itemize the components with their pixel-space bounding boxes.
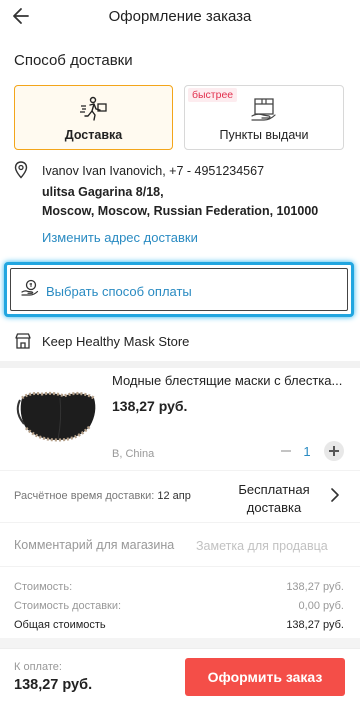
delivery-option-courier[interactable]: Доставка xyxy=(14,85,173,150)
estimated-delivery-label: Расчётное время доставки: xyxy=(14,490,155,502)
location-pin-icon xyxy=(14,161,28,179)
coin-hand-icon xyxy=(21,279,39,296)
courier-icon xyxy=(79,96,107,121)
amount-due-value: 138,27 руб. xyxy=(14,677,93,693)
quantity-increase-button[interactable] xyxy=(324,441,344,461)
section-divider xyxy=(0,638,360,648)
address-street: ulitsa Gagarina 8/18, xyxy=(42,185,164,199)
product-price: 138,27 руб. xyxy=(112,398,188,414)
choose-payment-button[interactable]: Выбрать способ оплаты xyxy=(10,268,348,311)
shipping-cost-line1: Бесплатная xyxy=(238,482,310,497)
delivery-cost-value: 0,00 руб. xyxy=(298,600,344,612)
total-value: 138,27 руб. xyxy=(286,619,344,631)
product-image[interactable] xyxy=(14,378,100,448)
total-label: Общая стоимость xyxy=(14,619,106,631)
change-address-link[interactable]: Изменить адрес доставки xyxy=(42,230,198,245)
product-title[interactable]: Модные блестящие маски с блестка... xyxy=(112,373,344,388)
product-variant: B, China xyxy=(112,448,155,460)
payment-method-highlight: Выбрать способ оплаты xyxy=(4,262,354,317)
delivery-option-label: Доставка xyxy=(64,128,123,142)
pickup-option-label: Пункты выдачи xyxy=(219,128,309,142)
delivery-option-pickup[interactable]: быстрее Пункты выдачи xyxy=(184,85,344,150)
estimated-delivery: Расчётное время доставки: 12 апр xyxy=(14,490,191,502)
section-divider xyxy=(0,361,360,368)
row-divider xyxy=(0,522,360,523)
faster-badge: быстрее xyxy=(188,88,238,102)
pickup-box-icon xyxy=(251,98,276,121)
chevron-right-icon[interactable] xyxy=(330,488,340,502)
place-order-button[interactable]: Оформить заказ xyxy=(185,658,345,696)
row-divider xyxy=(0,566,360,567)
address-city: Moscow, Moscow, Russian Federation, 1010… xyxy=(42,204,319,218)
estimated-delivery-date: 12 апр xyxy=(157,490,191,502)
subtotal-value: 138,27 руб. xyxy=(286,581,344,593)
row-divider xyxy=(0,470,360,471)
recipient-name-phone: Ivanov Ivan Ivanovich, +7 - 4951234567 xyxy=(42,164,265,178)
page-title: Оформление заказа xyxy=(108,8,252,25)
shipping-cost-option[interactable]: Бесплатная доставка xyxy=(232,481,316,517)
subtotal-label: Стоимость: xyxy=(14,581,73,593)
delivery-cost-label: Стоимость доставки: xyxy=(14,600,122,612)
checkout-footer: К оплате: 138,27 руб. Оформить заказ xyxy=(0,648,360,704)
store-name[interactable]: Keep Healthy Mask Store xyxy=(42,334,189,349)
shipping-cost-line2: доставка xyxy=(246,500,302,515)
quantity-value: 1 xyxy=(303,444,311,459)
comment-label: Комментарий для магазина xyxy=(14,538,175,552)
amount-due-label: К оплате: xyxy=(14,661,62,673)
quantity-decrease-button[interactable] xyxy=(276,441,296,461)
app-header: Оформление заказа xyxy=(0,0,360,34)
seller-note-input[interactable] xyxy=(196,536,344,556)
choose-payment-label: Выбрать способ оплаты xyxy=(46,284,192,299)
delivery-method-title: Способ доставки xyxy=(14,52,133,69)
store-icon xyxy=(15,333,31,349)
